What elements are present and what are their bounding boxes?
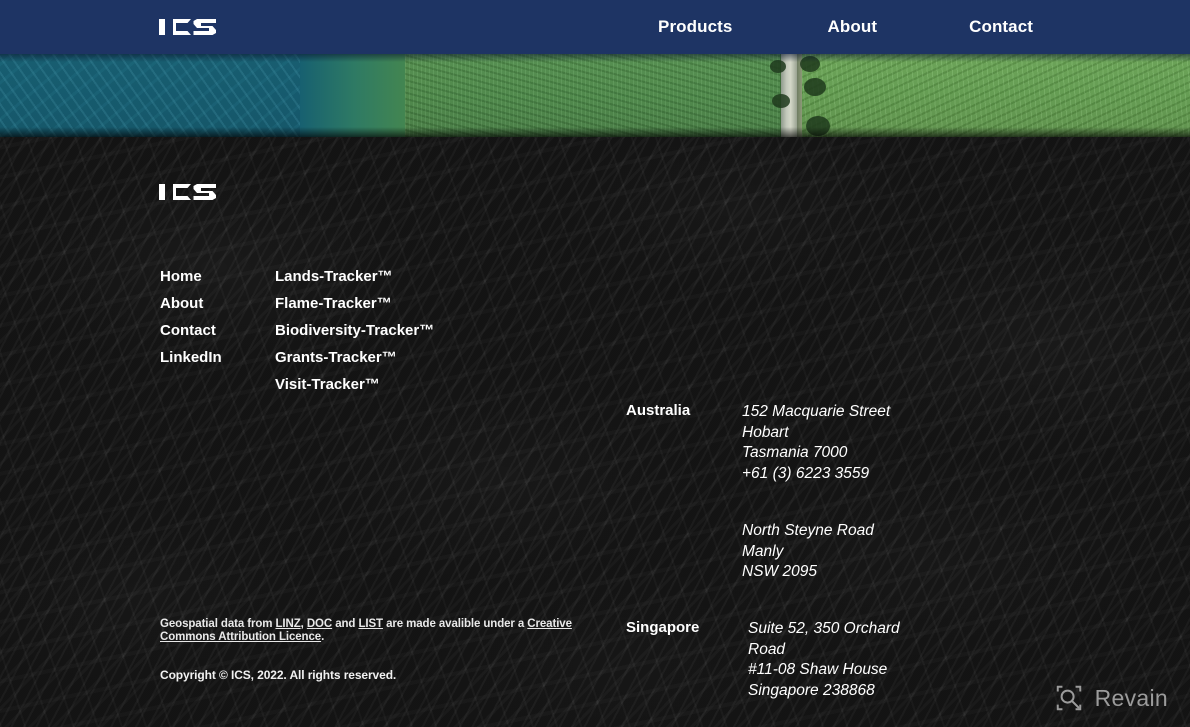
footer-link-lands-tracker[interactable]: Lands-Tracker™ — [275, 263, 434, 290]
footer-link-grants-tracker[interactable]: Grants-Tracker™ — [275, 344, 434, 371]
ics-wordmark-icon — [159, 19, 216, 35]
office-address-australia-manly: North Steyne Road Manly NSW 2095 — [742, 521, 874, 583]
footer-link-home[interactable]: Home — [160, 263, 222, 290]
hero-tree-shadow — [772, 94, 790, 108]
revain-watermark: Revain — [1054, 683, 1168, 713]
attribution-text: and — [332, 618, 359, 630]
address-line: #11-08 Shaw House — [748, 661, 888, 678]
hero-bottom-shadow — [0, 127, 1190, 137]
attribution-text: are made avalible under a — [382, 618, 528, 630]
hero-field-left — [405, 54, 780, 137]
address-line: Tasmania 7000 — [742, 444, 848, 461]
link-doc[interactable]: DOC — [307, 618, 332, 630]
hero-shoreline-region — [300, 54, 420, 137]
hero-top-shadow — [0, 54, 1190, 62]
footer-logo[interactable] — [158, 179, 228, 205]
address-line: Suite 52, 350 Orchard — [748, 620, 900, 637]
office-address-singapore: Suite 52, 350 Orchard Road #11-08 Shaw H… — [748, 619, 900, 701]
footer-link-contact[interactable]: Contact — [160, 317, 222, 344]
nav-link-contact[interactable]: Contact — [969, 17, 1033, 37]
attribution-text: Geospatial data from — [160, 618, 276, 630]
address-line: North Steyne Road — [742, 522, 874, 539]
ics-wordmark-icon — [159, 184, 216, 200]
address-line: Hobart — [742, 423, 789, 441]
hero-tree-shadow — [804, 78, 826, 96]
page-root: Products About Contact Home About Contac… — [0, 0, 1190, 727]
office-address-australia-hobart: 152 Macquarie Street Hobart Tasmania 700… — [742, 402, 890, 484]
hero-image-strip — [0, 54, 1190, 137]
office-country-name: Singapore — [626, 619, 700, 636]
office-label-australia: Australia — [626, 402, 690, 420]
address-line: Road — [748, 640, 786, 658]
attribution-text: . — [321, 631, 325, 643]
address-phone[interactable]: +61 (3) 6223 3559 — [742, 464, 890, 485]
link-list[interactable]: LIST — [358, 618, 383, 630]
copyright-text: Copyright © ICS, 2022. All rights reserv… — [160, 668, 397, 682]
footer-nav-column: Home About Contact LinkedIn — [160, 263, 222, 371]
address-line: Singapore 238868 — [748, 681, 875, 699]
nav-link-products[interactable]: Products — [658, 17, 732, 37]
geospatial-attribution: Geospatial data from LINZ, DOC and LIST … — [160, 618, 580, 644]
address-line: 152 Macquarie Street — [742, 403, 891, 420]
office-label-singapore: Singapore — [626, 619, 699, 637]
footer-content: Home About Contact LinkedIn Lands-Tracke… — [0, 137, 1190, 727]
footer-link-linkedin[interactable]: LinkedIn — [160, 344, 222, 371]
hero-water-region — [0, 54, 330, 137]
navbar-logo[interactable] — [158, 14, 228, 40]
link-linz[interactable]: LINZ — [275, 618, 300, 630]
footer-products-column: Lands-Tracker™ Flame-Tracker™ Biodiversi… — [275, 263, 434, 398]
hero-aerial-photo — [0, 54, 1190, 137]
hero-field-right — [802, 54, 1190, 137]
address-line: Manly — [742, 542, 784, 560]
footer-link-about[interactable]: About — [160, 290, 222, 317]
address-line: NSW 2095 — [742, 563, 817, 580]
footer-link-flame-tracker[interactable]: Flame-Tracker™ — [275, 290, 434, 317]
footer-link-biodiversity-tracker[interactable]: Biodiversity-Tracker™ — [275, 317, 434, 344]
footer-link-visit-tracker[interactable]: Visit-Tracker™ — [275, 371, 434, 398]
revain-magnifier-logo-icon — [1056, 685, 1081, 711]
revain-watermark-label: Revain — [1094, 684, 1168, 711]
footer-legal: Geospatial data from LINZ, DOC and LIST … — [160, 618, 580, 682]
nav-link-about[interactable]: About — [827, 17, 877, 37]
navbar-links: Products About Contact — [640, 0, 1033, 54]
top-navbar: Products About Contact — [0, 0, 1190, 54]
site-footer: Home About Contact LinkedIn Lands-Tracke… — [0, 137, 1190, 727]
office-country-name: Australia — [626, 402, 691, 419]
